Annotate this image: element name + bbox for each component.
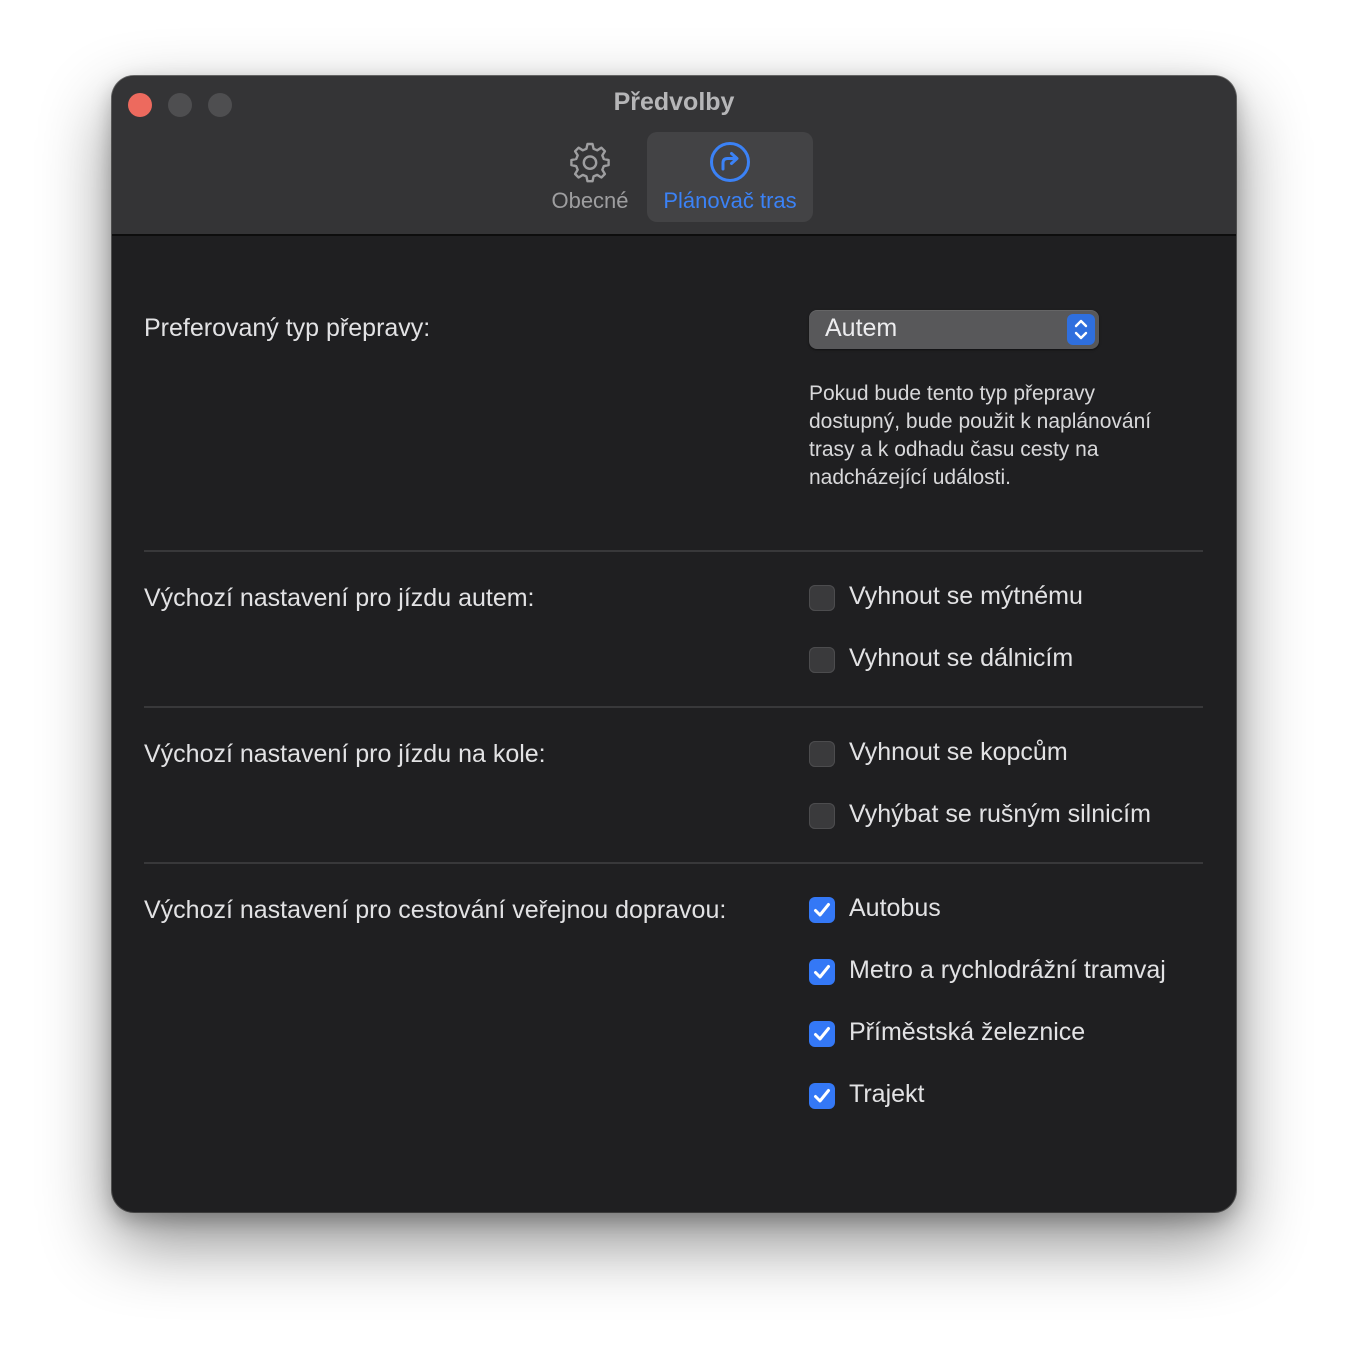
avoid-hills-checkbox[interactable] bbox=[809, 741, 835, 767]
commuter-rail-label: Příměstská železnice bbox=[849, 1018, 1086, 1046]
checkmark-icon bbox=[814, 903, 830, 917]
tab-general[interactable]: Obecné bbox=[540, 132, 640, 222]
avoid-highways-checkbox[interactable] bbox=[809, 647, 835, 673]
avoid-busy-roads-checkbox[interactable] bbox=[809, 803, 835, 829]
driving-defaults-label: Výchozí nastavení pro jízdu autem: bbox=[144, 584, 535, 612]
ferry-label: Trajekt bbox=[849, 1080, 925, 1108]
tab-route-planner[interactable]: Plánovač tras bbox=[647, 132, 813, 222]
metro-checkbox[interactable] bbox=[809, 959, 835, 985]
route-arrow-icon bbox=[710, 142, 750, 182]
ferry-checkbox[interactable] bbox=[809, 1083, 835, 1109]
bus-label: Autobus bbox=[849, 894, 941, 922]
metro-label: Metro a rychlodrážní tramvaj bbox=[849, 956, 1166, 984]
transport-type-label: Preferovaný typ přepravy: bbox=[144, 314, 431, 342]
avoid-busy-roads-label: Vyhýbat se rušným silnicím bbox=[849, 800, 1151, 828]
transport-type-popup[interactable]: Autem bbox=[809, 310, 1099, 349]
tab-route-planner-label: Plánovač tras bbox=[663, 188, 797, 213]
popup-stepper-icon bbox=[1067, 314, 1095, 345]
section-divider bbox=[144, 550, 1203, 552]
bus-checkbox[interactable] bbox=[809, 897, 835, 923]
title-bar: Předvolby Obecné Plánovač tras bbox=[112, 76, 1236, 236]
avoid-tolls-checkbox[interactable] bbox=[809, 585, 835, 611]
avoid-hills-label: Vyhnout se kopcům bbox=[849, 738, 1068, 766]
section-divider bbox=[144, 706, 1203, 708]
checkmark-icon bbox=[814, 1089, 830, 1103]
cycling-defaults-label: Výchozí nastavení pro jízdu na kole: bbox=[144, 740, 546, 768]
commuter-rail-checkbox[interactable] bbox=[809, 1021, 835, 1047]
tab-general-label: Obecné bbox=[551, 188, 629, 213]
checkmark-icon bbox=[814, 1027, 830, 1041]
transport-type-help-text: Pokud bude tento typ přepravy dostupný, … bbox=[809, 382, 1152, 489]
checkmark-icon bbox=[814, 965, 830, 979]
avoid-highways-label: Vyhnout se dálnicím bbox=[849, 644, 1074, 672]
window-title: Předvolby bbox=[613, 88, 735, 116]
transit-defaults-label: Výchozí nastavení pro cestování veřejnou… bbox=[144, 896, 727, 924]
avoid-tolls-label: Vyhnout se mýtnému bbox=[849, 582, 1083, 610]
transport-type-value: Autem bbox=[825, 314, 898, 342]
preferences-window: Předvolby Obecné Plánovač tras Preferova… bbox=[112, 76, 1236, 1212]
gear-icon bbox=[570, 142, 610, 183]
section-divider bbox=[144, 862, 1203, 864]
